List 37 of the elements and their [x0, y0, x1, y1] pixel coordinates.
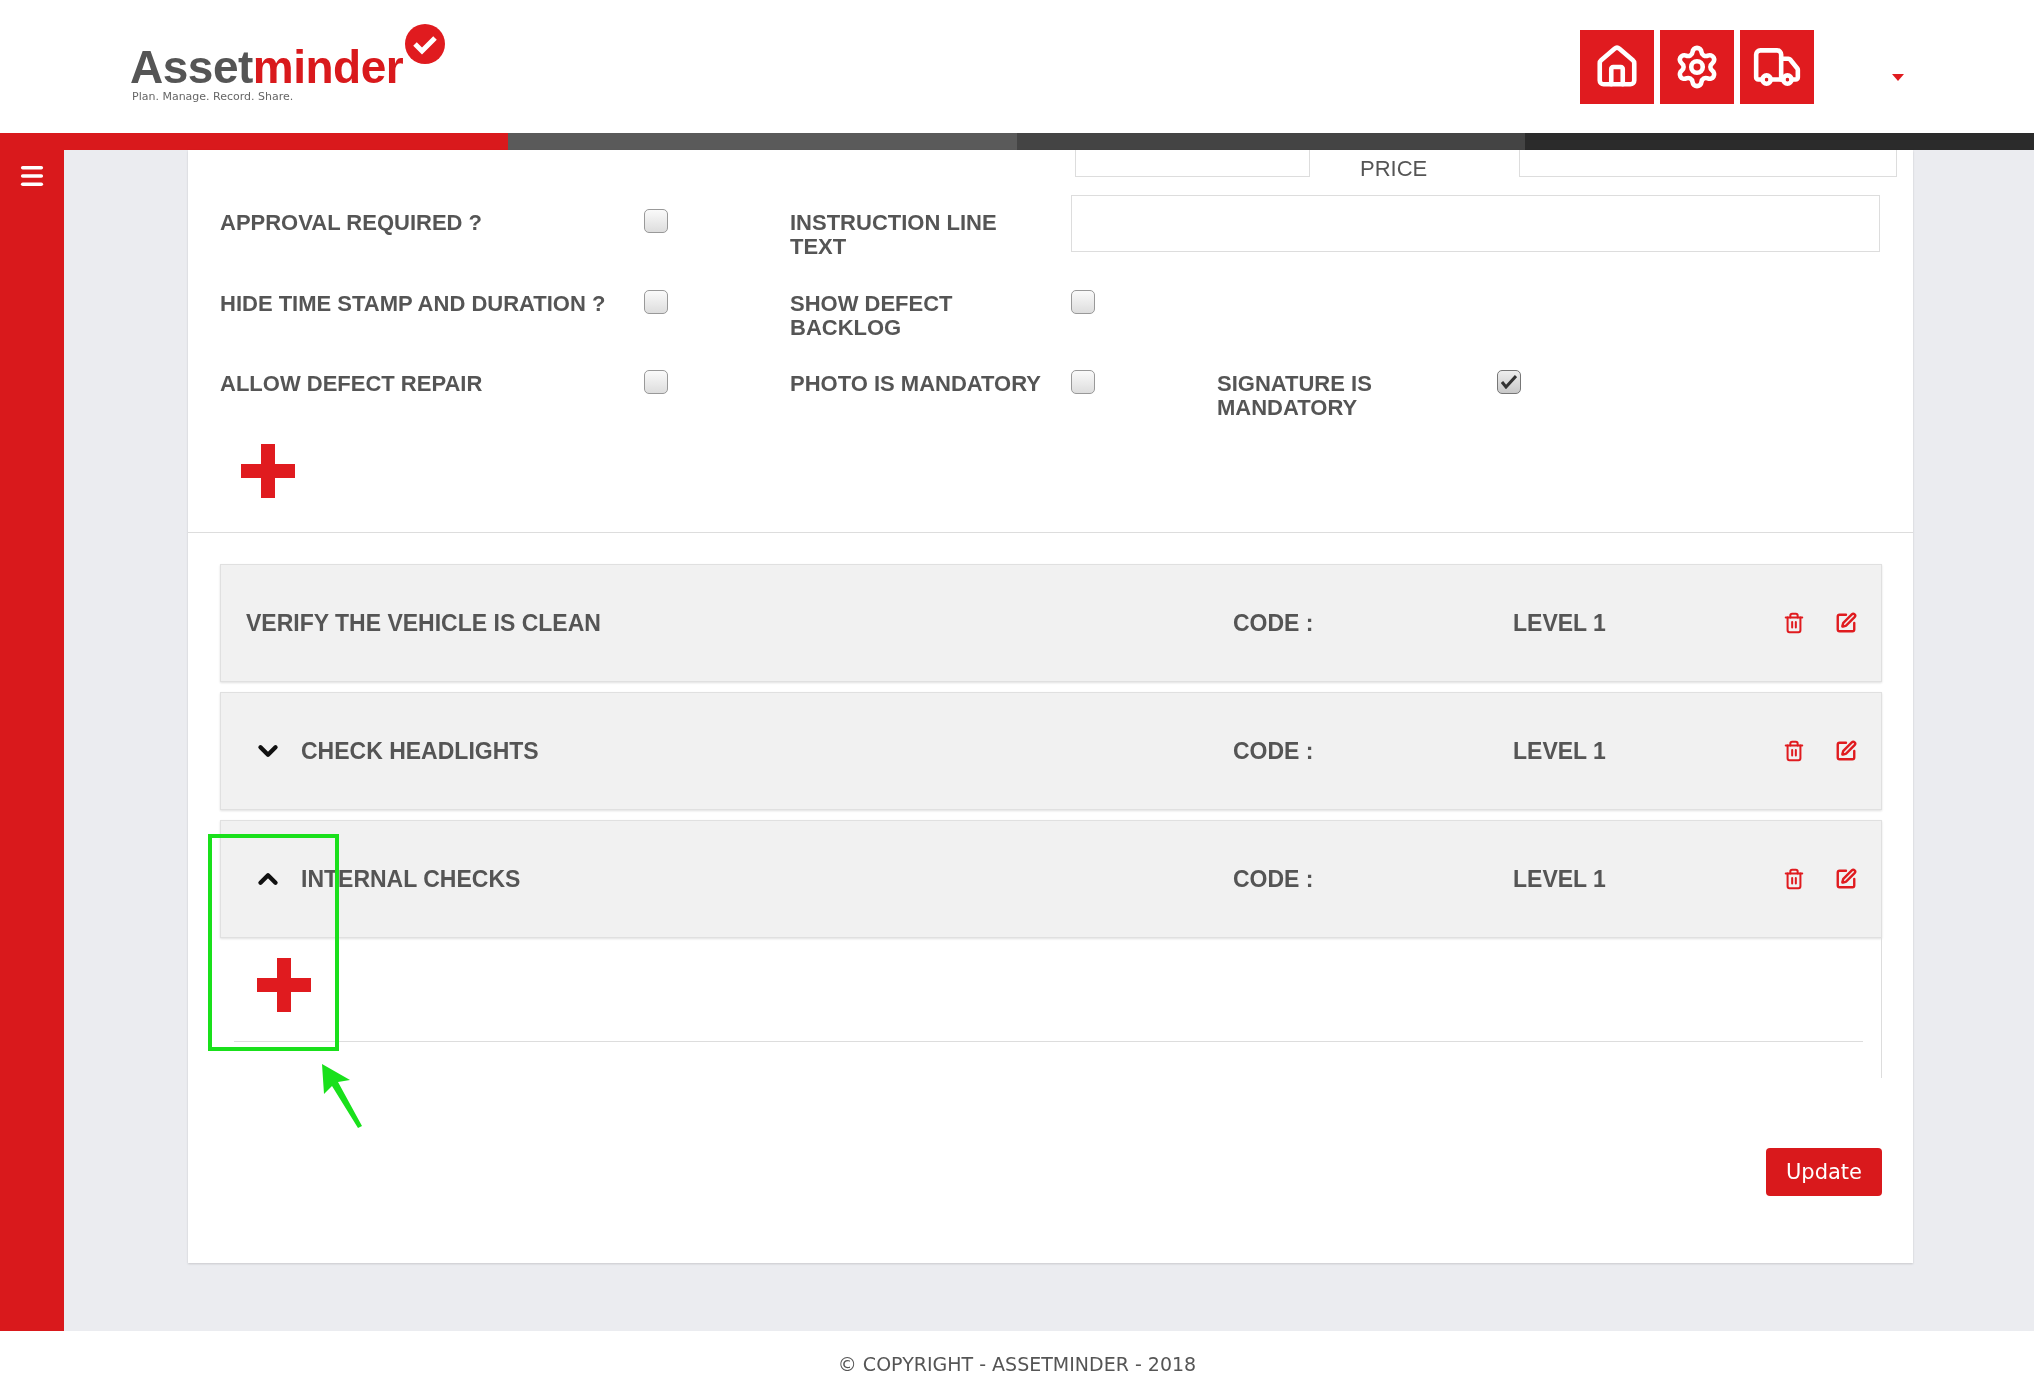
price-field[interactable] [1519, 150, 1898, 177]
checkbox[interactable] [644, 290, 668, 314]
field-label: PHOTO IS MANDATORY [790, 370, 1042, 398]
check-title: CHECK HEADLIGHTS [301, 737, 540, 765]
field-label: ALLOW DEFECT REPAIR [220, 370, 484, 398]
input-field[interactable] [1075, 150, 1310, 177]
checkbox[interactable] [1497, 370, 1521, 394]
field-label: PRICE [1360, 158, 1428, 180]
code-label: CODE : [1233, 609, 1315, 637]
logo: Assetminder Plan. Manage. Record. Share. [130, 40, 404, 103]
update-button[interactable]: Update [1765, 1148, 1882, 1196]
checklist-row[interactable]: CHECK HEADLIGHTS CODE : LEVEL 1 [220, 692, 1882, 810]
checklist-row[interactable]: VERIFY THE VEHICLE IS CLEAN CODE : LEVEL 1 [220, 564, 1882, 682]
copyright-text: © COPYRIGHT - ASSETMINDER - 2018 [837, 1352, 1197, 1375]
gear-icon[interactable] [1660, 29, 1734, 104]
code-label: CODE : [1233, 865, 1315, 893]
field-label: SHOW DEFECT BACKLOG [790, 290, 954, 340]
level-label: LEVEL 1 [1513, 865, 1607, 893]
checkbox[interactable] [1071, 370, 1095, 394]
checkbox[interactable] [644, 370, 668, 394]
field-label: INSTRUCTION LINE TEXT [790, 209, 998, 260]
check-title: VERIFY THE VEHICLE IS CLEAN [246, 609, 602, 637]
field-label: APPROVAL REQUIRED ? [220, 209, 483, 237]
check-badge-icon [405, 24, 446, 64]
checkbox[interactable] [1071, 290, 1095, 314]
level-label: LEVEL 1 [1513, 609, 1607, 637]
add-icon[interactable] [241, 444, 295, 498]
checkbox[interactable] [644, 209, 668, 233]
level-label: LEVEL 1 [1513, 737, 1607, 765]
home-icon[interactable] [1580, 29, 1654, 104]
field-label: HIDE TIME STAMP AND DURATION ? [220, 290, 607, 318]
text-field[interactable] [1071, 195, 1880, 252]
truck-icon[interactable] [1740, 29, 1814, 104]
caret-icon[interactable] [1892, 74, 1904, 81]
code-label: CODE : [1233, 737, 1315, 765]
field-label: SIGNATURE IS MANDATORY [1217, 370, 1373, 420]
add-icon[interactable] [257, 958, 311, 1012]
